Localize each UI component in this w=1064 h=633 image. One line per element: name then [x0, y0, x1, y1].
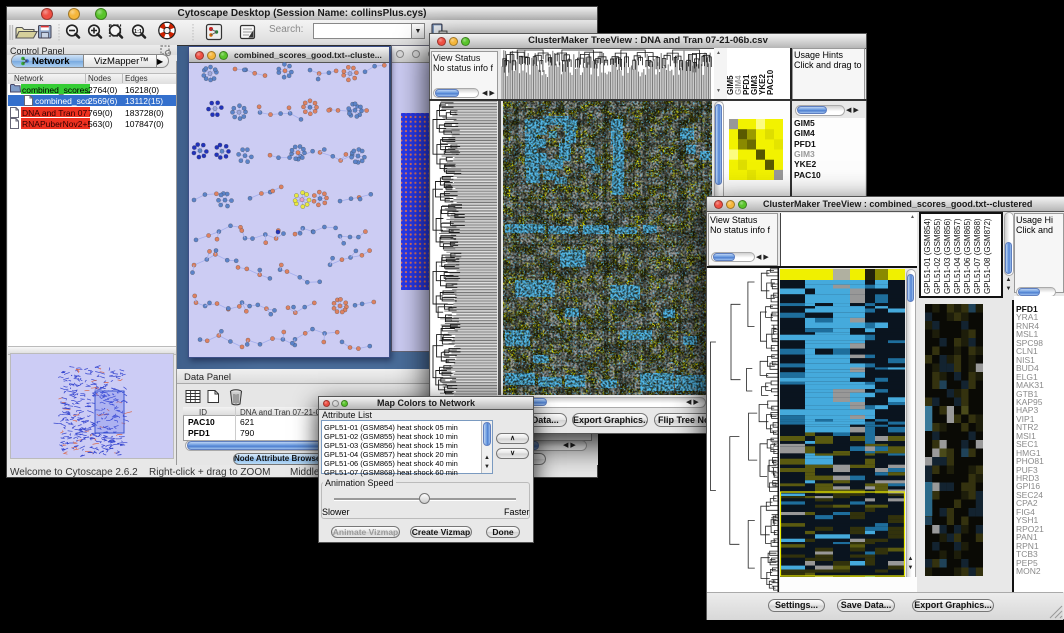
svg-text:1:1: 1:1: [134, 29, 142, 35]
